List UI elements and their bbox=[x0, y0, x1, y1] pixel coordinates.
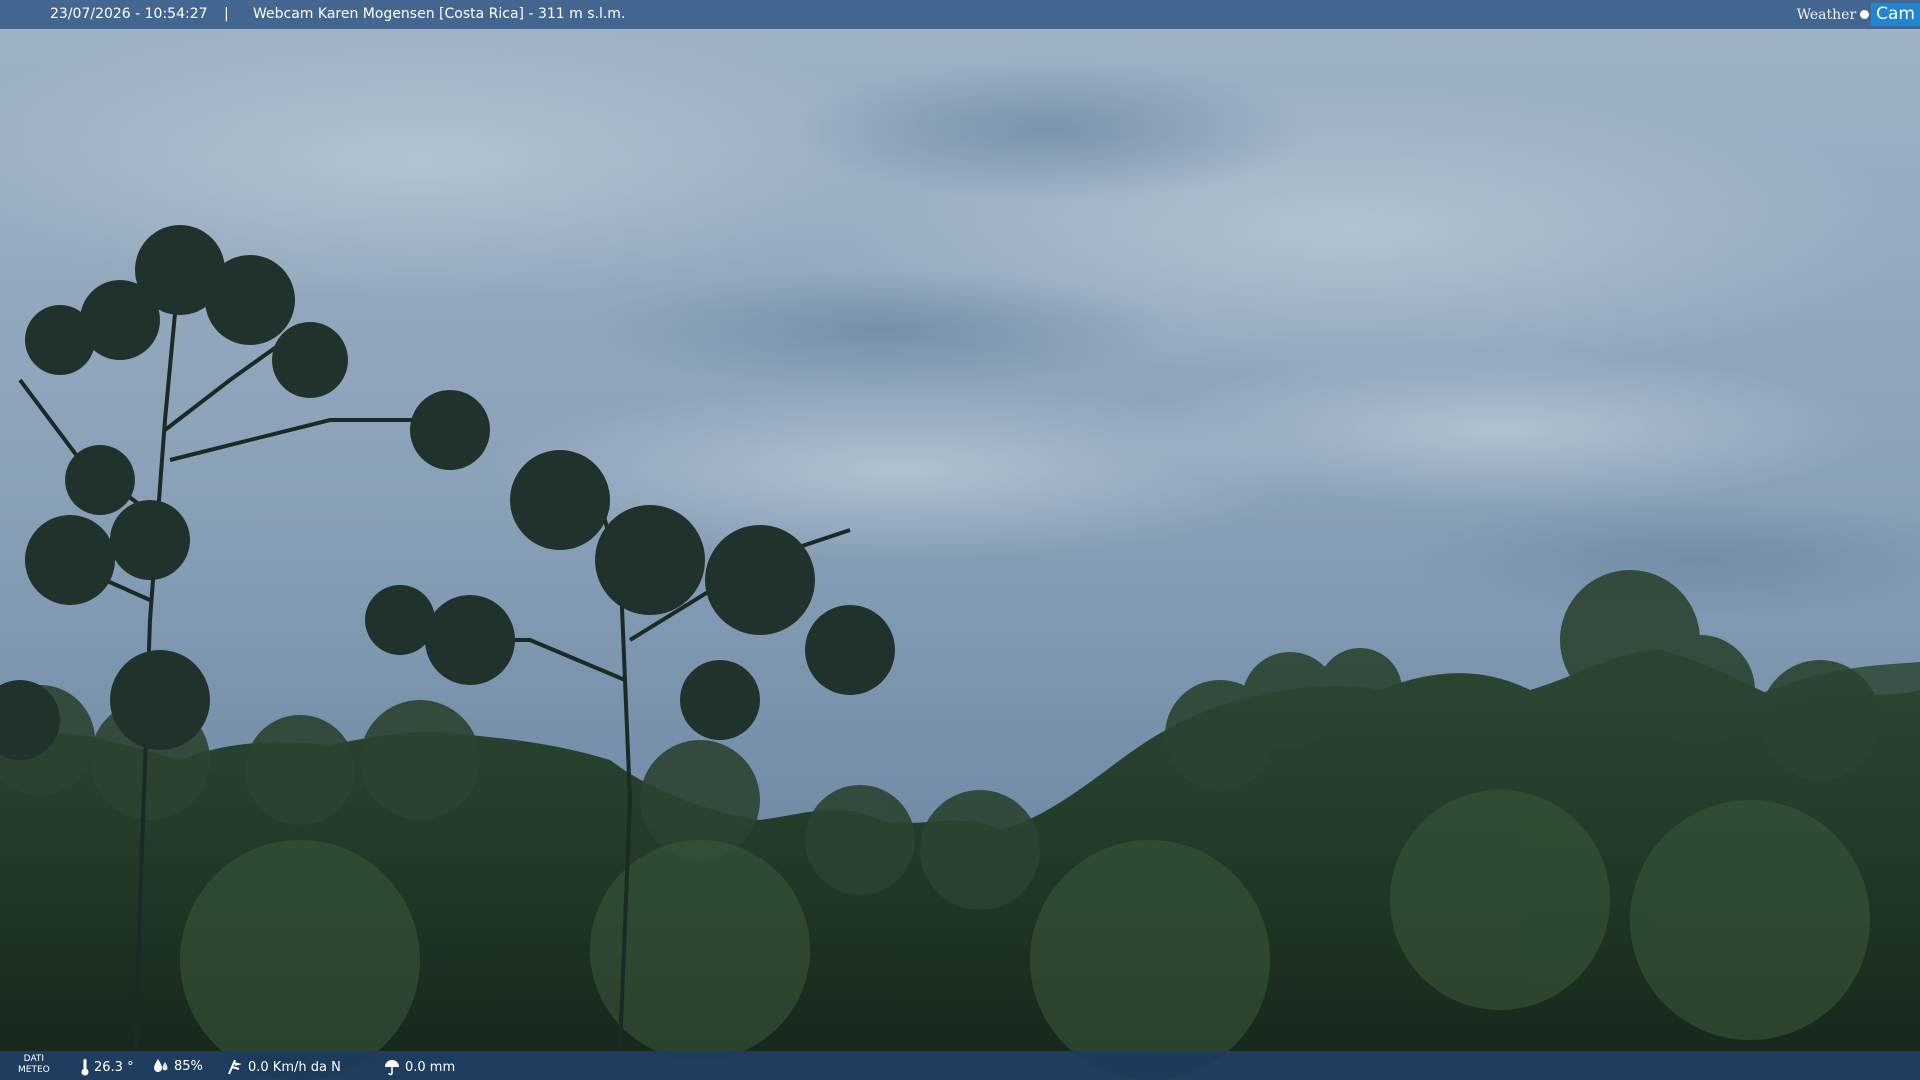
wind-reading: 0.0 Km/h da N bbox=[226, 1058, 341, 1076]
temperature-value: 26.3 ° bbox=[94, 1059, 134, 1075]
rain-value: 0.0 mm bbox=[405, 1059, 456, 1075]
webcam-image bbox=[0, 0, 1920, 1080]
humidity-reading: 85% bbox=[152, 1058, 203, 1074]
weathercam-logo[interactable]: Weather Cam bbox=[1797, 0, 1920, 29]
umbrella-icon bbox=[385, 1060, 399, 1076]
wind-vane-icon bbox=[228, 1059, 242, 1075]
capture-datetime: 23/07/2026 - 10:54:27 bbox=[50, 6, 208, 22]
webcam-title: Webcam Karen Mogensen [Costa Rica] - 311… bbox=[253, 6, 626, 22]
logo-weather-text: Weather bbox=[1796, 6, 1857, 23]
top-info-bar: 23/07/2026 - 10:54:27 | Webcam Karen Mog… bbox=[0, 0, 1920, 29]
header-separator: | bbox=[224, 6, 229, 22]
temperature-reading: 26.3 ° bbox=[80, 1058, 134, 1076]
thermometer-icon bbox=[81, 1059, 89, 1076]
rain-reading: 0.0 mm bbox=[383, 1058, 455, 1076]
weather-data-label: DATI METEO bbox=[18, 1054, 50, 1076]
logo-dot-icon bbox=[1860, 10, 1870, 19]
label-line-2: METEO bbox=[18, 1065, 50, 1075]
humidity-drops-icon bbox=[154, 1059, 168, 1072]
humidity-value: 85% bbox=[174, 1058, 203, 1074]
wind-value: 0.0 Km/h da N bbox=[248, 1059, 341, 1075]
weather-data-bar: DATI METEO 26.3 ° 85% 0.0 Km/h da N 0.0 … bbox=[0, 1051, 1920, 1080]
logo-cam-text: Cam bbox=[1871, 3, 1920, 26]
label-line-1: DATI bbox=[23, 1054, 45, 1064]
